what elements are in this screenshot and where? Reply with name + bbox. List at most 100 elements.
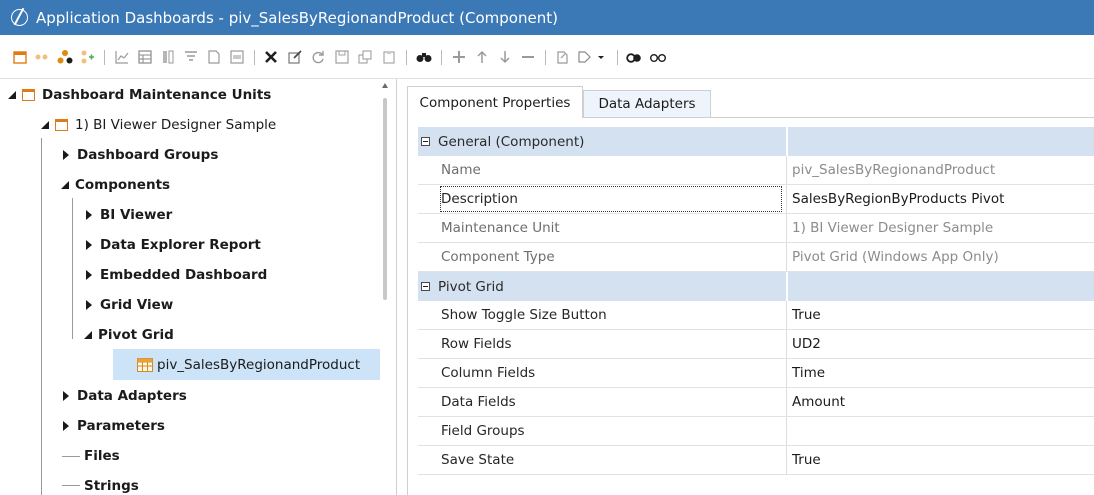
tree-line — [72, 198, 73, 339]
tree-scrollbar[interactable] — [381, 79, 391, 495]
scroll-up-icon[interactable] — [382, 83, 388, 88]
expand-arrow-icon[interactable] — [63, 421, 69, 431]
view-icon[interactable] — [650, 49, 666, 65]
delete-icon[interactable] — [263, 49, 279, 65]
expand-arrow-icon[interactable] — [86, 240, 92, 250]
column-divider — [786, 359, 787, 387]
property-row-description[interactable]: Description SalesByRegionByProducts Pivo… — [418, 185, 1094, 214]
tree-node-label: Embedded Dashboard — [100, 267, 268, 283]
tree-node-bi-viewer[interactable]: BI Viewer — [86, 202, 172, 228]
property-value[interactable]: Time — [789, 359, 1094, 387]
table-icon[interactable] — [137, 49, 153, 65]
collapse-arrow-icon[interactable] — [41, 121, 49, 129]
property-value[interactable]: piv_SalesByRegionandProduct — [789, 156, 1094, 184]
tree-node-parameters[interactable]: Parameters — [63, 413, 165, 439]
paste-icon[interactable] — [381, 49, 397, 65]
category-label: General (Component) — [438, 133, 585, 150]
tree-node-label: Dashboard Maintenance Units — [42, 87, 272, 103]
scrollbar-thumb[interactable] — [383, 98, 387, 300]
property-row-show-toggle-size-button[interactable]: Show Toggle Size Button True — [418, 301, 1094, 330]
collapse-arrow-icon[interactable] — [84, 331, 92, 339]
expand-arrow-icon[interactable] — [63, 150, 69, 160]
search-icon[interactable] — [416, 49, 432, 65]
navigation-tree[interactable]: Dashboard Maintenance Units 1) BI Viewer… — [0, 79, 397, 495]
property-value[interactable] — [789, 417, 1094, 445]
category-general[interactable]: General (Component) — [418, 127, 1094, 156]
property-name: Column Fields — [441, 365, 536, 381]
collapse-box-icon[interactable] — [421, 137, 430, 146]
column-divider — [786, 330, 787, 358]
property-row-maintenance-unit[interactable]: Maintenance Unit 1) BI Viewer Designer S… — [418, 214, 1094, 243]
property-name: Component Type — [441, 249, 555, 265]
chart-icon[interactable] — [114, 49, 130, 65]
property-value[interactable]: 1) BI Viewer Designer Sample — [789, 214, 1094, 242]
column-divider — [786, 127, 788, 156]
expand-arrow-icon[interactable] — [86, 300, 92, 310]
tab-component-properties[interactable]: Component Properties — [407, 86, 583, 118]
columns-icon[interactable] — [160, 49, 176, 65]
tab-data-adapters[interactable]: Data Adapters — [583, 90, 711, 118]
property-value[interactable]: UD2 — [789, 330, 1094, 358]
toolbar-separator — [104, 50, 105, 65]
remove-icon[interactable] — [520, 49, 536, 65]
save-icon[interactable] — [334, 49, 350, 65]
property-name: Name — [441, 162, 481, 178]
property-value[interactable]: True — [789, 301, 1094, 329]
link-icon[interactable] — [34, 49, 50, 65]
property-name: Maintenance Unit — [441, 220, 560, 236]
folder-icon — [55, 119, 68, 131]
property-row-component-type[interactable]: Component Type Pivot Grid (Windows App O… — [418, 243, 1094, 272]
property-value[interactable]: Pivot Grid (Windows App Only) — [789, 243, 1094, 271]
copy-icon[interactable] — [357, 49, 373, 65]
open-icon[interactable] — [555, 49, 571, 65]
find-icon[interactable] — [626, 49, 642, 65]
filter-icon[interactable] — [183, 49, 199, 65]
tree-node-files[interactable]: Files — [84, 443, 120, 469]
tree-node-data-adapters[interactable]: Data Adapters — [63, 383, 187, 409]
rename-icon[interactable] — [287, 49, 303, 65]
tree-node-data-explorer-report[interactable]: Data Explorer Report — [86, 232, 261, 258]
tree-node-selected-component[interactable]: piv_SalesByRegionandProduct — [137, 352, 360, 378]
move-up-icon[interactable] — [474, 49, 490, 65]
group-icon[interactable] — [57, 49, 73, 65]
tree-node-root[interactable]: Dashboard Maintenance Units — [8, 82, 271, 108]
collapse-arrow-icon[interactable] — [61, 181, 69, 189]
move-down-icon[interactable] — [497, 49, 513, 65]
document-icon[interactable] — [206, 49, 222, 65]
tree-node-label: piv_SalesByRegionandProduct — [157, 357, 361, 373]
property-row-field-groups[interactable]: Field Groups — [418, 417, 1094, 446]
property-row-row-fields[interactable]: Row Fields UD2 — [418, 330, 1094, 359]
add-component-icon[interactable] — [79, 49, 95, 65]
expand-arrow-icon[interactable] — [86, 210, 92, 220]
expand-arrow-icon[interactable] — [86, 270, 92, 280]
tree-node-dashboard-groups[interactable]: Dashboard Groups — [63, 142, 218, 168]
tree-node-pivot-grid[interactable]: Pivot Grid — [84, 322, 174, 348]
refresh-icon[interactable] — [310, 49, 326, 65]
tree-node-components[interactable]: Components — [61, 172, 170, 198]
window-icon[interactable] — [229, 49, 245, 65]
category-pivot-grid[interactable]: Pivot Grid — [418, 272, 1094, 301]
tree-node-strings[interactable]: Strings — [84, 473, 139, 495]
add-icon[interactable] — [451, 49, 467, 65]
property-name: Row Fields — [441, 336, 512, 352]
tree-node-label: BI Viewer — [100, 207, 173, 223]
tree-node-embedded-dashboard[interactable]: Embedded Dashboard — [86, 262, 267, 288]
property-value[interactable]: True — [789, 446, 1094, 474]
tree-node-maintenance-unit[interactable]: 1) BI Viewer Designer Sample — [41, 112, 276, 138]
toolbar-separator — [254, 50, 255, 65]
collapse-arrow-icon[interactable] — [8, 91, 16, 99]
run-icon[interactable] — [578, 49, 606, 65]
property-value[interactable]: Amount — [789, 388, 1094, 416]
property-name: Save State — [441, 452, 515, 468]
property-row-column-fields[interactable]: Column Fields Time — [418, 359, 1094, 388]
collapse-box-icon[interactable] — [421, 282, 430, 291]
expand-arrow-icon[interactable] — [63, 391, 69, 401]
tree-node-label: Dashboard Groups — [77, 147, 219, 163]
property-row-save-state[interactable]: Save State True — [418, 446, 1094, 475]
property-value[interactable]: SalesByRegionByProducts Pivot — [789, 185, 1094, 213]
property-row-name[interactable]: Name piv_SalesByRegionandProduct — [418, 156, 1094, 185]
create-dashboard-icon[interactable] — [12, 49, 28, 65]
property-row-data-fields[interactable]: Data Fields Amount — [418, 388, 1094, 417]
tree-node-grid-view[interactable]: Grid View — [86, 292, 173, 318]
tree-line — [41, 138, 42, 495]
